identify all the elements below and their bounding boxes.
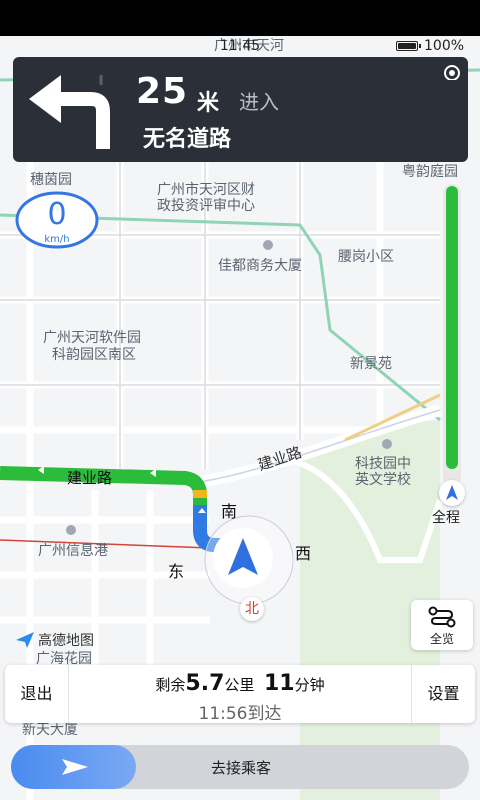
guidance-card[interactable]: 25 米 进入 无名道路 [13,57,468,162]
map-label: 英文学校 [355,472,411,488]
speed-value: 0 [47,197,67,232]
pickup-slider-label: 去接乘客 [210,759,271,777]
vehicle-arrow-icon [204,515,294,605]
map-label: 粤韵庭园 [402,164,458,180]
settings-button[interactable]: 设置 [411,665,475,723]
compass-north: 北 [240,597,264,621]
exit-button[interactable]: 退出 [5,665,69,723]
speed-unit: km/h [44,234,70,245]
gps-signal-icon [444,65,460,80]
map-label: 穗茵园 [30,172,72,188]
compass-west: 西 [295,544,312,563]
map-label: 政投资评审中心 [157,198,255,214]
pickup-slider-handle[interactable] [11,745,136,789]
overview-label: 全览 [429,632,454,646]
map-label: 科技园中 [355,456,411,472]
progress-label: 全程 [432,510,460,526]
status-bar: 11:45 100% [0,36,480,58]
turn-left-icon [29,75,110,149]
overview-button[interactable]: 全览 [411,600,473,650]
map-label: 佳都商务大厦 [218,258,302,274]
progress-car-icon [439,480,465,506]
remain-distance: 5.7 [185,671,225,696]
remain-prefix: 剩余 [155,676,186,694]
guidance-unit: 米 [197,91,220,116]
route-progress-fill [446,186,458,469]
battery-icon [396,41,421,51]
guidance-distance: 25 [136,71,189,112]
map-label: 广州信息港 [38,543,108,559]
remain-distance-unit: 公里 [224,676,255,694]
battery-percent: 100% [424,38,465,54]
slide-arrow-icon [62,759,88,775]
amap-logo-icon [16,632,34,648]
road-label: 建业路 [67,469,113,487]
vehicle-compass [203,513,295,607]
eta-text: 11:56到达 [198,704,282,724]
map-brand: 高德地图 [15,630,94,650]
guidance-road: 无名道路 [143,127,232,152]
map-label: 新景苑 [350,356,392,372]
route-overview-icon [428,606,456,628]
map-label: 广州天河软件园 [43,330,141,346]
map-label: 新天大厦 [22,722,78,738]
compass-east: 东 [168,562,185,581]
guidance-action: 进入 [239,90,279,114]
remain-minutes-unit: 分钟 [294,676,325,694]
map-label: 科韵园区南区 [52,347,136,363]
trip-summary-panel: 退出 剩余5.7公里 11分钟 11:56到达 设置 [5,665,475,724]
brand-name: 高德地图 [38,633,94,649]
top-black-bar [0,0,480,36]
remain-minutes: 11 [263,671,295,696]
compass-south: 南 [221,502,238,521]
map-label: 广州市天河区财 [157,182,255,198]
speedometer: 0 km/h [15,191,99,249]
remaining-summary: 剩余5.7公里 11分钟 [69,671,411,696]
map-label: 腰岗小区 [338,249,394,265]
